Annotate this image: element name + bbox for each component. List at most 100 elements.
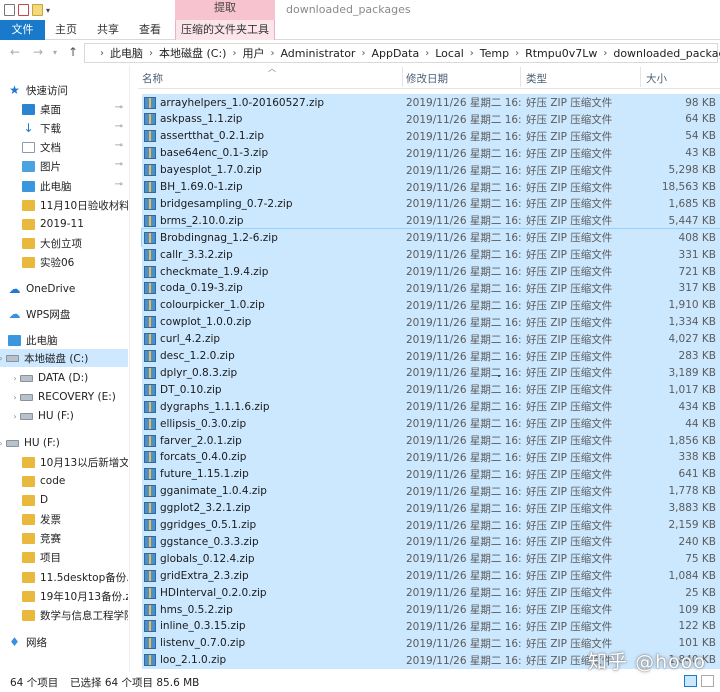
nav-item[interactable]: 此电脑 ⊸ [0, 177, 128, 195]
file-row[interactable]: ggstance_0.3.3.zip 2019/11/26 星期二 16:... 好… [142, 533, 720, 551]
nav-item[interactable]: code [0, 472, 128, 490]
column-resizer[interactable] [520, 67, 521, 87]
nav-item[interactable]: ›HU (F:) [0, 407, 128, 425]
file-row[interactable]: hms_0.5.2.zip 2019/11/26 星期二 16:... 好压 ZIP… [142, 601, 720, 618]
breadcrumb-item[interactable]: AppData [371, 47, 419, 60]
up-icon[interactable]: ↑ [68, 45, 78, 59]
qat-dropdown-icon[interactable]: ▾ [46, 6, 50, 15]
nav-item[interactable]: 数学与信息工程学院 [0, 606, 128, 624]
breadcrumb-item[interactable]: Rtmpu0v7Lw [525, 47, 597, 60]
file-row[interactable]: Brobdingnag_1.2-6.zip 2019/11/26 星期二 16:.… [141, 228, 720, 248]
file-row[interactable]: dplyr_0.8.3.zip 2019/11/26 星期二 16:... 好压 Z… [142, 364, 720, 382]
file-row[interactable]: ellipsis_0.3.0.zip 2019/11/26 星期二 16:... 好… [142, 415, 720, 433]
forward-icon[interactable]: → [33, 45, 43, 59]
file-row[interactable]: dygraphs_1.1.1.6.zip 2019/11/26 星期二 16:..… [142, 398, 720, 416]
file-row[interactable]: desc_1.2.0.zip 2019/11/26 星期二 16:... 好压 ZI… [142, 347, 720, 365]
tab-home[interactable]: 主页 [50, 20, 82, 40]
properties-icon[interactable] [18, 4, 29, 16]
expand-chevron-icon[interactable]: › [10, 374, 20, 383]
nav-item[interactable]: 文档 ⊸ [0, 138, 128, 156]
expand-chevron-icon[interactable]: › [10, 412, 20, 421]
nav-item[interactable]: 11.5desktop备份.z [0, 568, 128, 586]
new-folder-icon[interactable] [32, 4, 43, 16]
nav-item[interactable]: 竞赛 [0, 529, 128, 547]
file-row[interactable]: globals_0.12.4.zip 2019/11/26 星期二 16:... 好… [142, 550, 720, 568]
tab-file[interactable]: 文件 [0, 20, 45, 40]
file-row[interactable]: colourpicker_1.0.zip 2019/11/26 星期二 16:..… [142, 296, 720, 314]
column-name[interactable]: 名称 [142, 71, 163, 86]
file-row[interactable]: checkmate_1.9.4.zip 2019/11/26 星期二 16:...… [142, 263, 720, 280]
nav-item[interactable]: ↓ 下载 ⊸ [0, 119, 128, 137]
breadcrumb-item[interactable]: Administrator [280, 47, 355, 60]
breadcrumb-item[interactable]: Temp [480, 47, 509, 60]
nav-item[interactable]: 实验06 [0, 253, 128, 271]
nav-item[interactable]: 19年10月13备份.zi [0, 587, 128, 605]
file-row[interactable]: assertthat_0.2.1.zip 2019/11/26 星期二 16:..… [142, 127, 720, 145]
tab-compressed-folder-tools[interactable]: 压缩的文件夹工具 [175, 20, 275, 40]
file-row[interactable]: farver_2.0.1.zip 2019/11/26 星期二 16:... 好压 … [142, 432, 720, 449]
file-row[interactable]: askpass_1.1.zip 2019/11/26 星期二 16:... 好压 Z… [142, 110, 720, 128]
breadcrumb-separator-icon[interactable]: › [603, 48, 607, 59]
file-row[interactable]: ggridges_0.5.1.zip 2019/11/26 星期二 16:... 好… [142, 516, 720, 534]
breadcrumb-separator-icon[interactable]: › [361, 48, 365, 59]
file-row[interactable]: future_1.15.1.zip 2019/11/26 星期二 16:... 好压… [142, 465, 720, 483]
breadcrumb-separator-icon[interactable]: › [470, 48, 474, 59]
details-view-icon[interactable] [684, 675, 697, 687]
nav-item[interactable]: ›本地磁盘 (C:) [0, 349, 128, 367]
address-bar[interactable]: › 此电脑 › 本地磁盘 (C:) › 用户 › Administrator › AppData ›… [84, 43, 720, 63]
breadcrumb-item[interactable]: Local [435, 47, 464, 60]
tab-share[interactable]: 共享 [92, 20, 124, 40]
nav-item[interactable]: › DATA (D:) [0, 369, 128, 387]
breadcrumb-separator-icon[interactable]: › [149, 48, 153, 59]
file-row[interactable]: bayesplot_1.7.0.zip 2019/11/26 星期二 16:...… [142, 161, 720, 179]
column-size[interactable]: 大小 [646, 71, 667, 86]
file-row[interactable]: gridExtra_2.3.zip 2019/11/26 星期二 16:... 好压… [142, 567, 720, 585]
column-resizer[interactable] [640, 67, 641, 87]
nav-item[interactable]: ☁ WPS网盘 [0, 305, 128, 323]
nav-item[interactable]: ☁ OneDrive [0, 280, 128, 298]
nav-item[interactable]: 大创立项 [0, 234, 128, 252]
file-row[interactable]: HDInterval_0.2.0.zip 2019/11/26 星期二 16:..… [142, 584, 720, 602]
nav-item[interactable]: ›HU (F:) [0, 434, 128, 452]
file-row[interactable]: forcats_0.4.0.zip 2019/11/26 星期二 16:... 好压… [142, 448, 720, 466]
breadcrumb-separator-icon[interactable]: › [270, 48, 274, 59]
nav-item[interactable]: 2019-11 [0, 215, 128, 233]
nav-item[interactable]: 10月13以后新增文件 [0, 453, 128, 471]
nav-item[interactable]: 发票 [0, 510, 128, 528]
file-row[interactable]: gganimate_1.0.4.zip 2019/11/26 星期二 16:...… [142, 482, 720, 500]
column-type[interactable]: 类型 [526, 71, 547, 86]
save-icon[interactable] [4, 4, 15, 16]
column-date[interactable]: 修改日期 [406, 71, 448, 86]
breadcrumb-separator-icon[interactable]: › [100, 48, 104, 59]
expand-chevron-icon[interactable]: › [10, 393, 20, 402]
column-resizer[interactable] [402, 67, 403, 87]
nav-item[interactable]: ♦ 网络 [0, 633, 128, 651]
breadcrumb-item[interactable]: 本地磁盘 (C:) [159, 45, 226, 61]
file-row[interactable]: BH_1.69.0-1.zip 2019/11/26 星期二 16:... 好压 Z… [142, 178, 720, 196]
file-row[interactable]: DT_0.10.zip 2019/11/26 星期二 16:... 好压 ZIP 压… [142, 381, 720, 399]
pane-divider[interactable] [129, 65, 130, 672]
nav-item[interactable]: 桌面 ⊸ [0, 100, 128, 118]
nav-item[interactable]: D [0, 491, 128, 509]
nav-item[interactable]: › RECOVERY (E:) [0, 388, 128, 406]
breadcrumb-item[interactable]: downloaded_packages [613, 47, 720, 60]
file-row[interactable]: bridgesampling_0.7-2.zip 2019/11/26 星期二 1… [142, 195, 720, 213]
file-row[interactable]: arrayhelpers_1.0-20160527.zip 2019/11/26 … [142, 94, 720, 111]
back-icon[interactable]: ← [10, 45, 20, 59]
nav-item[interactable]: 11月10日验收材料 ⊸ [0, 196, 128, 214]
large-icons-view-icon[interactable] [701, 675, 714, 687]
file-row[interactable]: callr_3.3.2.zip 2019/11/26 星期二 16:... 好压 Z… [142, 246, 720, 264]
nav-item[interactable]: 图片 ⊸ [0, 157, 128, 175]
file-row[interactable]: base64enc_0.1-3.zip 2019/11/26 星期二 16:...… [142, 144, 720, 162]
tab-view[interactable]: 查看 [134, 20, 166, 40]
nav-item[interactable]: ★ 快速访问 [0, 81, 128, 99]
file-row[interactable]: inline_0.3.15.zip 2019/11/26 星期二 16:... 好压… [142, 617, 720, 635]
file-row[interactable]: brms_2.10.0.zip 2019/11/26 星期二 16:... 好压 Z… [142, 212, 720, 230]
breadcrumb-separator-icon[interactable]: › [425, 48, 429, 59]
breadcrumb-separator-icon[interactable]: › [232, 48, 236, 59]
nav-item[interactable]: 项目 [0, 548, 128, 566]
file-row[interactable]: cowplot_1.0.0.zip 2019/11/26 星期二 16:... 好压… [142, 313, 720, 331]
breadcrumb-separator-icon[interactable]: › [515, 48, 519, 59]
breadcrumb-item[interactable]: 此电脑 [110, 45, 143, 61]
file-row[interactable]: ggplot2_3.2.1.zip 2019/11/26 星期二 16:... 好压… [142, 499, 720, 517]
